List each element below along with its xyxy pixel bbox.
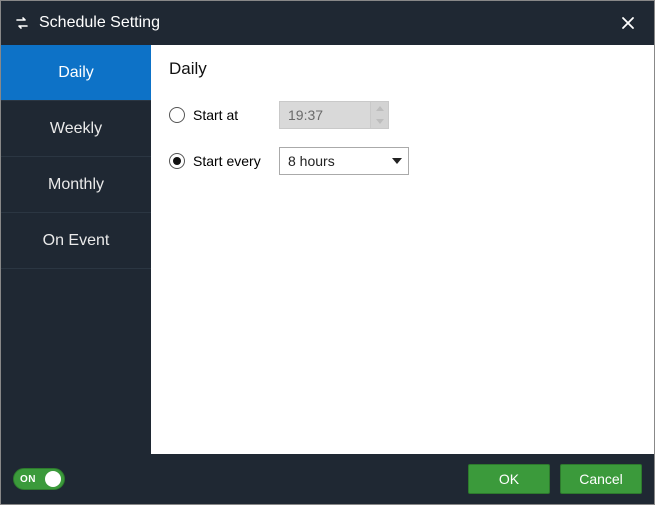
start-at-label: Start at <box>193 107 271 123</box>
toggle-label: ON <box>20 474 36 485</box>
start-at-radio[interactable] <box>169 107 185 123</box>
start-every-radio[interactable] <box>169 153 185 169</box>
chevron-down-icon <box>386 158 408 164</box>
tab-monthly[interactable]: Monthly <box>1 157 151 213</box>
close-button[interactable] <box>614 9 642 37</box>
cancel-button[interactable]: Cancel <box>560 464 642 494</box>
time-spinners <box>370 102 388 128</box>
panel-heading: Daily <box>169 59 636 79</box>
footer: ON OK Cancel <box>1 454 654 504</box>
ok-button-label: OK <box>499 471 519 487</box>
chevron-down-icon <box>376 119 384 124</box>
dialog-body: Daily Weekly Monthly On Event Daily Star… <box>1 45 654 454</box>
toggle-knob <box>45 471 61 487</box>
start-at-row: Start at 19:37 <box>169 101 636 129</box>
tab-label: Daily <box>58 64 94 82</box>
chevron-up-icon <box>376 106 384 111</box>
tab-label: Weekly <box>50 120 102 138</box>
tab-label: Monthly <box>48 176 104 194</box>
cancel-button-label: Cancel <box>579 471 623 487</box>
time-spin-down <box>371 115 388 128</box>
schedule-setting-dialog: Schedule Setting Daily Weekly Monthly On… <box>0 0 655 505</box>
start-every-label: Start every <box>193 153 271 169</box>
titlebar: Schedule Setting <box>1 1 654 45</box>
tab-on-event[interactable]: On Event <box>1 213 151 269</box>
start-at-time-input: 19:37 <box>279 101 389 129</box>
start-every-select[interactable]: 8 hours <box>279 147 409 175</box>
start-every-value: 8 hours <box>280 153 386 169</box>
content-panel: Daily Start at 19:37 <box>151 45 654 454</box>
start-at-time-value: 19:37 <box>280 107 370 123</box>
dialog-title: Schedule Setting <box>39 14 614 32</box>
tab-label: On Event <box>43 232 110 250</box>
start-every-row: Start every 8 hours <box>169 147 636 175</box>
sidebar: Daily Weekly Monthly On Event <box>1 45 151 454</box>
tab-daily[interactable]: Daily <box>1 45 151 101</box>
close-icon <box>621 16 635 30</box>
ok-button[interactable]: OK <box>468 464 550 494</box>
tab-weekly[interactable]: Weekly <box>1 101 151 157</box>
time-spin-up <box>371 102 388 115</box>
sync-icon <box>13 14 31 32</box>
enable-toggle[interactable]: ON <box>13 468 65 490</box>
